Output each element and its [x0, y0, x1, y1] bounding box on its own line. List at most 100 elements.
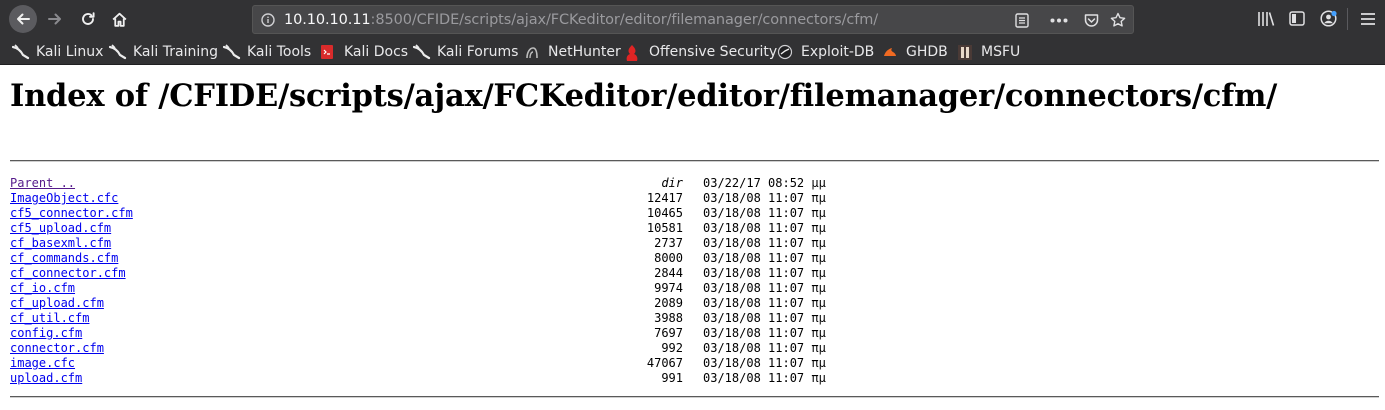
file-size: 2089	[654, 296, 683, 310]
bookmark-kali-linux[interactable]: Kali Linux	[11, 42, 104, 61]
bookmark-star-icon[interactable]	[1110, 12, 1126, 28]
bookmark-label: Kali Forums	[437, 43, 519, 60]
toolbar-separator	[1347, 8, 1348, 30]
bookmark-label: GHDB	[906, 43, 948, 60]
hamburger-menu-icon[interactable]	[1360, 12, 1376, 26]
bookmark-label: Offensive Security	[649, 43, 778, 60]
page-actions-icon[interactable]	[1050, 18, 1068, 23]
bookmark-ghdb[interactable]: GHDB	[882, 42, 948, 61]
bookmark-label: NetHunter	[548, 43, 621, 60]
offsec-icon	[625, 44, 643, 61]
file-date: 03/18/08 11:07 πμ	[703, 311, 826, 325]
bookmark-offensive-security[interactable]: Offensive Security	[625, 42, 777, 61]
file-date: 03/18/08 11:07 πμ	[703, 236, 826, 250]
file-size: 991	[661, 371, 683, 385]
file-link[interactable]: cf_commands.cfm	[10, 251, 118, 266]
url-bar[interactable]: 10.10.10.11:8500/CFIDE/scripts/ajax/FCKe…	[252, 5, 1134, 34]
file-date: 03/18/08 11:07 πμ	[703, 341, 826, 355]
file-link[interactable]: cf_io.cfm	[10, 281, 75, 296]
file-size: 3988	[654, 311, 683, 325]
home-icon	[112, 12, 126, 27]
exploitdb-icon	[777, 44, 795, 60]
file-size: 2844	[654, 266, 683, 280]
kali-dragon-icon	[108, 43, 127, 60]
top-divider	[10, 160, 1379, 162]
file-size: 47067	[646, 356, 683, 370]
file-size: 10581	[646, 221, 683, 235]
bookmark-label: Kali Docs	[344, 43, 409, 60]
bookmark-label: Kali Linux	[36, 43, 104, 60]
bookmark-kali-training[interactable]: Kali Training	[108, 42, 218, 61]
file-size: dir	[661, 176, 683, 190]
file-size: 992	[661, 341, 683, 355]
bookmark-kali-tools[interactable]: Kali Tools	[222, 42, 312, 61]
bookmark-kali-forums[interactable]: Kali Forums	[412, 42, 519, 61]
arrow-right-icon	[48, 13, 61, 25]
bookmark-nethunter[interactable]: NetHunter	[524, 42, 621, 61]
file-link[interactable]: upload.cfm	[10, 371, 82, 386]
page-title: Index of /CFIDE/scripts/ajax/FCKeditor/e…	[10, 78, 1278, 114]
arrow-left-icon	[17, 13, 30, 25]
file-date: 03/18/08 11:07 πμ	[703, 266, 826, 280]
bookmark-label: Kali Tools	[247, 43, 312, 60]
library-icon[interactable]	[1257, 11, 1275, 27]
file-date: 03/18/08 11:07 πμ	[703, 371, 826, 385]
file-link[interactable]: connector.cfm	[10, 341, 104, 356]
file-link[interactable]: cf_basexml.cfm	[10, 236, 111, 251]
bookmark-exploit-db[interactable]: Exploit-DB	[777, 42, 874, 61]
nethunter-icon	[524, 44, 542, 60]
file-size: 9974	[654, 281, 683, 295]
file-date: 03/18/08 11:07 πμ	[703, 281, 826, 295]
kali-dragon-icon	[222, 43, 241, 60]
bottom-divider	[10, 396, 1379, 398]
file-link[interactable]: cf_util.cfm	[10, 311, 89, 326]
bookmark-label: MSFU	[981, 43, 1021, 60]
bookmarks-toolbar: Kali Linux Kali Training Kali Tools Kali…	[0, 38, 1385, 65]
bookmark-msfu[interactable]: MSFU	[957, 42, 1020, 61]
url-text[interactable]: 10.10.10.11:8500/CFIDE/scripts/ajax/FCKe…	[284, 12, 878, 28]
kali-dragon-icon	[412, 43, 431, 60]
reader-view-icon[interactable]	[1015, 13, 1029, 28]
file-date: 03/18/08 11:07 πμ	[703, 221, 826, 235]
file-date: 03/18/08 11:07 πμ	[703, 326, 826, 340]
file-link[interactable]: ImageObject.cfc	[10, 191, 118, 206]
kali-dragon-icon	[11, 43, 30, 60]
file-date: 03/18/08 11:07 πμ	[703, 296, 826, 310]
back-button[interactable]	[9, 5, 37, 33]
file-link[interactable]: image.cfc	[10, 356, 75, 371]
account-icon[interactable]	[1320, 10, 1337, 27]
file-size: 8000	[654, 251, 683, 265]
reload-button[interactable]	[75, 6, 101, 32]
browser-toolbar: 10.10.10.11:8500/CFIDE/scripts/ajax/FCKe…	[0, 0, 1385, 38]
home-button[interactable]	[106, 6, 132, 32]
reload-icon	[82, 12, 95, 25]
file-link[interactable]: config.cfm	[10, 326, 82, 341]
file-size: 12417	[646, 191, 683, 205]
file-date: 03/22/17 08:52 μμ	[703, 176, 826, 190]
file-date: 03/18/08 11:07 πμ	[703, 206, 826, 220]
file-date: 03/18/08 11:07 πμ	[703, 251, 826, 265]
file-link[interactable]: cf_upload.cfm	[10, 296, 104, 311]
bookmark-label: Exploit-DB	[801, 43, 875, 60]
sidebar-icon[interactable]	[1289, 11, 1305, 26]
file-size: 7697	[654, 326, 683, 340]
file-date: 03/18/08 11:07 πμ	[703, 191, 826, 205]
page-content: Index of /CFIDE/scripts/ajax/FCKeditor/e…	[0, 66, 1385, 410]
url-host: 10.10.10.11	[284, 12, 371, 28]
pocket-icon[interactable]	[1084, 13, 1099, 28]
file-size: 2737	[654, 236, 683, 250]
parent-directory-link[interactable]: Parent ..	[10, 176, 75, 191]
bookmark-label: Kali Training	[133, 43, 218, 60]
url-path: :8500/CFIDE/scripts/ajax/FCKeditor/edito…	[370, 12, 879, 28]
forward-button[interactable]	[42, 6, 68, 32]
kali-docs-icon	[320, 44, 338, 60]
ghdb-icon	[882, 44, 900, 60]
info-icon[interactable]	[261, 13, 275, 27]
file-link[interactable]: cf5_upload.cfm	[10, 221, 111, 236]
file-link[interactable]: cf5_connector.cfm	[10, 206, 133, 221]
bookmark-kali-docs[interactable]: Kali Docs	[320, 42, 408, 61]
msfu-icon	[957, 44, 975, 60]
file-size: 10465	[646, 206, 683, 220]
file-link[interactable]: cf_connector.cfm	[10, 266, 126, 281]
file-date: 03/18/08 11:07 πμ	[703, 356, 826, 370]
